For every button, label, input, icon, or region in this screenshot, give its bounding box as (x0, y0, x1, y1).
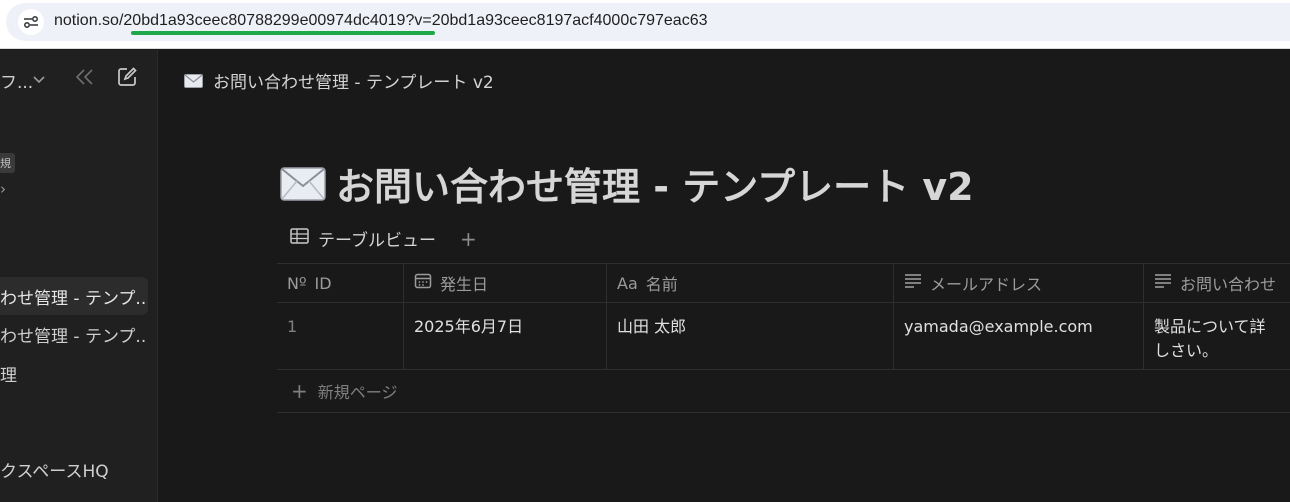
column-header-label: お問い合わせ (1180, 275, 1277, 294)
sidebar-arrow: › (0, 180, 6, 198)
number-icon: Nº (287, 273, 307, 293)
sidebar-item-template-active[interactable]: わせ管理 - テンプ... (0, 277, 148, 315)
new-page-label: 新規ページ (317, 383, 398, 402)
column-header-inquiry[interactable]: お問い合わせ (1144, 264, 1290, 302)
url-field[interactable]: notion.so/20bd1a93ceec80788299e00974dc40… (6, 3, 1290, 41)
calendar-icon (414, 272, 432, 294)
view-tabs: テーブルビュー + (290, 226, 477, 251)
chevron-down-icon[interactable] (32, 70, 46, 89)
column-header-label: 名前 (645, 275, 678, 294)
cell-name[interactable]: 山田 太郎 (607, 303, 894, 369)
database-table: Nº ID 発生日 Aa 名前 メールアドレス お問い合わせ 1 2025年6月… (277, 263, 1290, 413)
breadcrumb[interactable]: お問い合わせ管理 - テンプレート v2 (184, 68, 494, 93)
collapse-sidebar-icon[interactable] (74, 68, 96, 90)
title-property-icon: Aa (617, 273, 638, 293)
envelope-icon (184, 73, 203, 88)
page-envelope-icon[interactable] (280, 166, 326, 201)
workspace-switcher[interactable]: フ... (0, 68, 33, 93)
column-header-id[interactable]: Nº ID (277, 264, 404, 302)
table-header-row: Nº ID 発生日 Aa 名前 メールアドレス お問い合わせ (277, 264, 1290, 303)
url-path: 20bd1a93ceec80788299e00974dc4019 (123, 12, 406, 29)
sidebar-item-workspace-hq[interactable]: クスペースHQ (0, 450, 148, 488)
new-badge: 規 (0, 153, 15, 173)
text-lines-icon (904, 273, 922, 293)
cell-email[interactable]: yamada@example.com (894, 303, 1144, 369)
table-view-icon (290, 227, 310, 250)
page-title-text: お問い合わせ管理 - テンプレート v2 (336, 165, 974, 209)
url-host: notion.so/ (54, 12, 124, 29)
cell-date[interactable]: 2025年6月7日 (404, 303, 607, 369)
text-lines-icon (1154, 273, 1172, 293)
add-view-button[interactable]: + (460, 229, 477, 249)
column-header-label: メールアドレス (930, 275, 1043, 294)
column-header-label: ID (314, 273, 332, 293)
browser-address-bar: notion.so/20bd1a93ceec80788299e00974dc40… (0, 0, 1290, 49)
url-highlight-underline (131, 31, 435, 35)
column-header-name[interactable]: Aa 名前 (607, 264, 894, 302)
column-header-label: 発生日 (440, 275, 489, 294)
column-header-date[interactable]: 発生日 (404, 264, 607, 302)
page-title[interactable]: お問い合わせ管理 - テンプレート v2 (280, 156, 974, 211)
cell-id[interactable]: 1 (277, 303, 404, 369)
table-row[interactable]: 1 2025年6月7日 山田 太郎 yamada@example.com 製品に… (277, 303, 1290, 370)
tab-table-view[interactable]: テーブルビュー (318, 226, 436, 251)
sidebar: フ... 規 › わせ管理 - テンプ... わせ管理 - テンプ... 理 ク… (0, 50, 158, 502)
sidebar-item-template[interactable]: わせ管理 - テンプ... (0, 315, 148, 353)
new-page-row[interactable]: + 新規ページ (277, 370, 1290, 413)
new-page-compose-icon[interactable] (116, 66, 138, 92)
site-settings-icon[interactable] (18, 9, 44, 35)
url-query: ?v=20bd1a93ceec8197acf4000c797eac63 (405, 12, 708, 29)
sidebar-item-management[interactable]: 理 (0, 354, 148, 392)
url-text: notion.so/20bd1a93ceec80788299e00974dc40… (54, 12, 708, 30)
breadcrumb-title: お問い合わせ管理 - テンプレート v2 (213, 73, 494, 93)
plus-icon: + (291, 379, 308, 403)
column-header-email[interactable]: メールアドレス (894, 264, 1144, 302)
cell-inquiry[interactable]: 製品について詳しさい。 (1144, 303, 1290, 369)
